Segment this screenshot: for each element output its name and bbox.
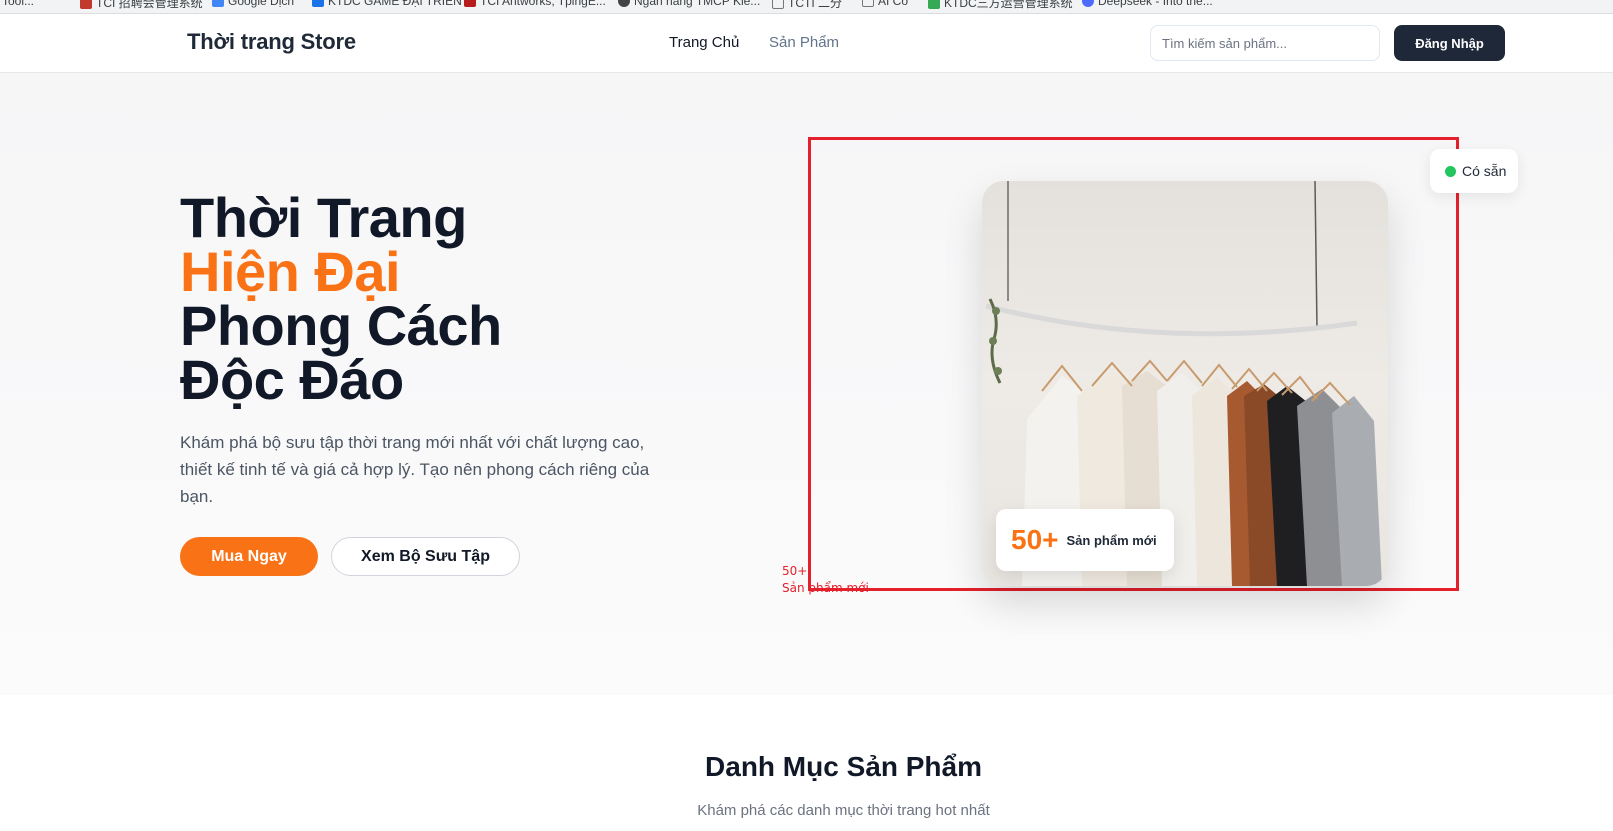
stat-value: 50+ [1011, 524, 1059, 555]
bookmark-label: KTDC三方运营管理系统 [944, 0, 1073, 10]
bookmark-label: AI Co [878, 0, 909, 8]
bookmark-label: Google Dịch [228, 0, 295, 8]
hero-title-line: Thời Trang [180, 186, 467, 249]
hero-title-line: Phong Cách [180, 294, 502, 357]
bookmark-item[interactable]: KTDC三方运营管理系统 [928, 0, 1073, 11]
deepseek-icon [1082, 0, 1094, 7]
bookmarks-bar: Tool... TCI 招聘会管理系统 Google Dịch KTDC GAM… [0, 0, 1613, 14]
hero-section: Thời Trang Hiện Đại Phong Cách Độc Đáo K… [0, 73, 1613, 695]
nav-link-home[interactable]: Trang Chủ [669, 34, 739, 51]
status-dot-icon [1445, 165, 1456, 177]
bookmark-label: Ngân hàng TMCP Kiế... [634, 0, 761, 8]
bookmark-favicon-icon [618, 0, 630, 7]
login-button[interactable]: Đăng Nhập [1394, 25, 1505, 61]
stat-label: Sản phẩm mới [1066, 532, 1157, 548]
bookmark-favicon-icon [80, 0, 92, 9]
bookmark-item[interactable]: Tool... [2, 0, 34, 8]
bookmark-label: TCI Antworks, TpingE... [480, 0, 606, 8]
hero-title-accent: Hiện Đại [180, 240, 401, 303]
nav-link-products[interactable]: Sản Phẩm [769, 34, 839, 51]
bookmark-label: Deepseek - Into the... [1098, 0, 1213, 8]
bookmark-favicon-icon [464, 0, 476, 7]
new-products-card: 50+ Sản phẩm mới [996, 509, 1174, 571]
view-collection-button[interactable]: Xem Bộ Sưu Tập [331, 537, 520, 576]
availability-badge: Có sẵn [1430, 149, 1518, 193]
google-translate-icon [212, 0, 224, 7]
site-logo[interactable]: Thời trang Store [187, 29, 356, 55]
shop-now-button[interactable]: Mua Ngay [180, 537, 318, 576]
folder-icon [862, 0, 874, 7]
debug-value: 50+ [782, 564, 808, 578]
site-header: Thời trang Store Trang Chủ Sản Phẩm Đăng… [0, 14, 1613, 73]
bookmark-item[interactable]: TCTI 二分 [772, 0, 842, 11]
folder-icon [772, 0, 784, 9]
bookmark-item[interactable]: Ngân hàng TMCP Kiế... [618, 0, 760, 8]
debug-label: Sản phẩm mới [782, 581, 869, 595]
bookmark-item[interactable]: Google Dịch [212, 0, 294, 8]
bookmark-label: KTDC GAME ĐẠI TRIỂN [328, 0, 462, 8]
status-text: Có sẵn [1462, 163, 1507, 179]
search-input[interactable] [1150, 25, 1380, 61]
hero-title: Thời Trang Hiện Đại Phong Cách Độc Đáo [180, 186, 502, 411]
bookmark-item[interactable]: AI Co [862, 0, 908, 8]
debug-overlay-text: 50+ Sản phẩm mới [782, 563, 869, 597]
hero-description: Khám phá bộ sưu tập thời trang mới nhất … [180, 433, 650, 506]
hero-title-line: Độc Đáo [180, 348, 404, 411]
categories-title: Danh Mục Sản Phẩm [705, 751, 982, 782]
bookmark-favicon-icon [312, 0, 324, 7]
bookmark-item[interactable]: Deepseek - Into the... [1082, 0, 1213, 8]
bookmark-label: Tool... [2, 0, 35, 8]
bookmark-favicon-icon [928, 0, 940, 9]
bookmark-label: TCTI 二分 [788, 0, 842, 10]
bookmark-item[interactable]: TCI Antworks, TpingE... [464, 0, 606, 8]
categories-subtitle: Khám phá các danh mục thời trang hot nhấ… [697, 802, 990, 819]
bookmark-item[interactable]: KTDC GAME ĐẠI TRIỂN [312, 0, 462, 8]
bookmark-item[interactable]: TCI 招聘会管理系统 [80, 0, 203, 11]
bookmark-label: TCI 招聘会管理系统 [96, 0, 203, 10]
